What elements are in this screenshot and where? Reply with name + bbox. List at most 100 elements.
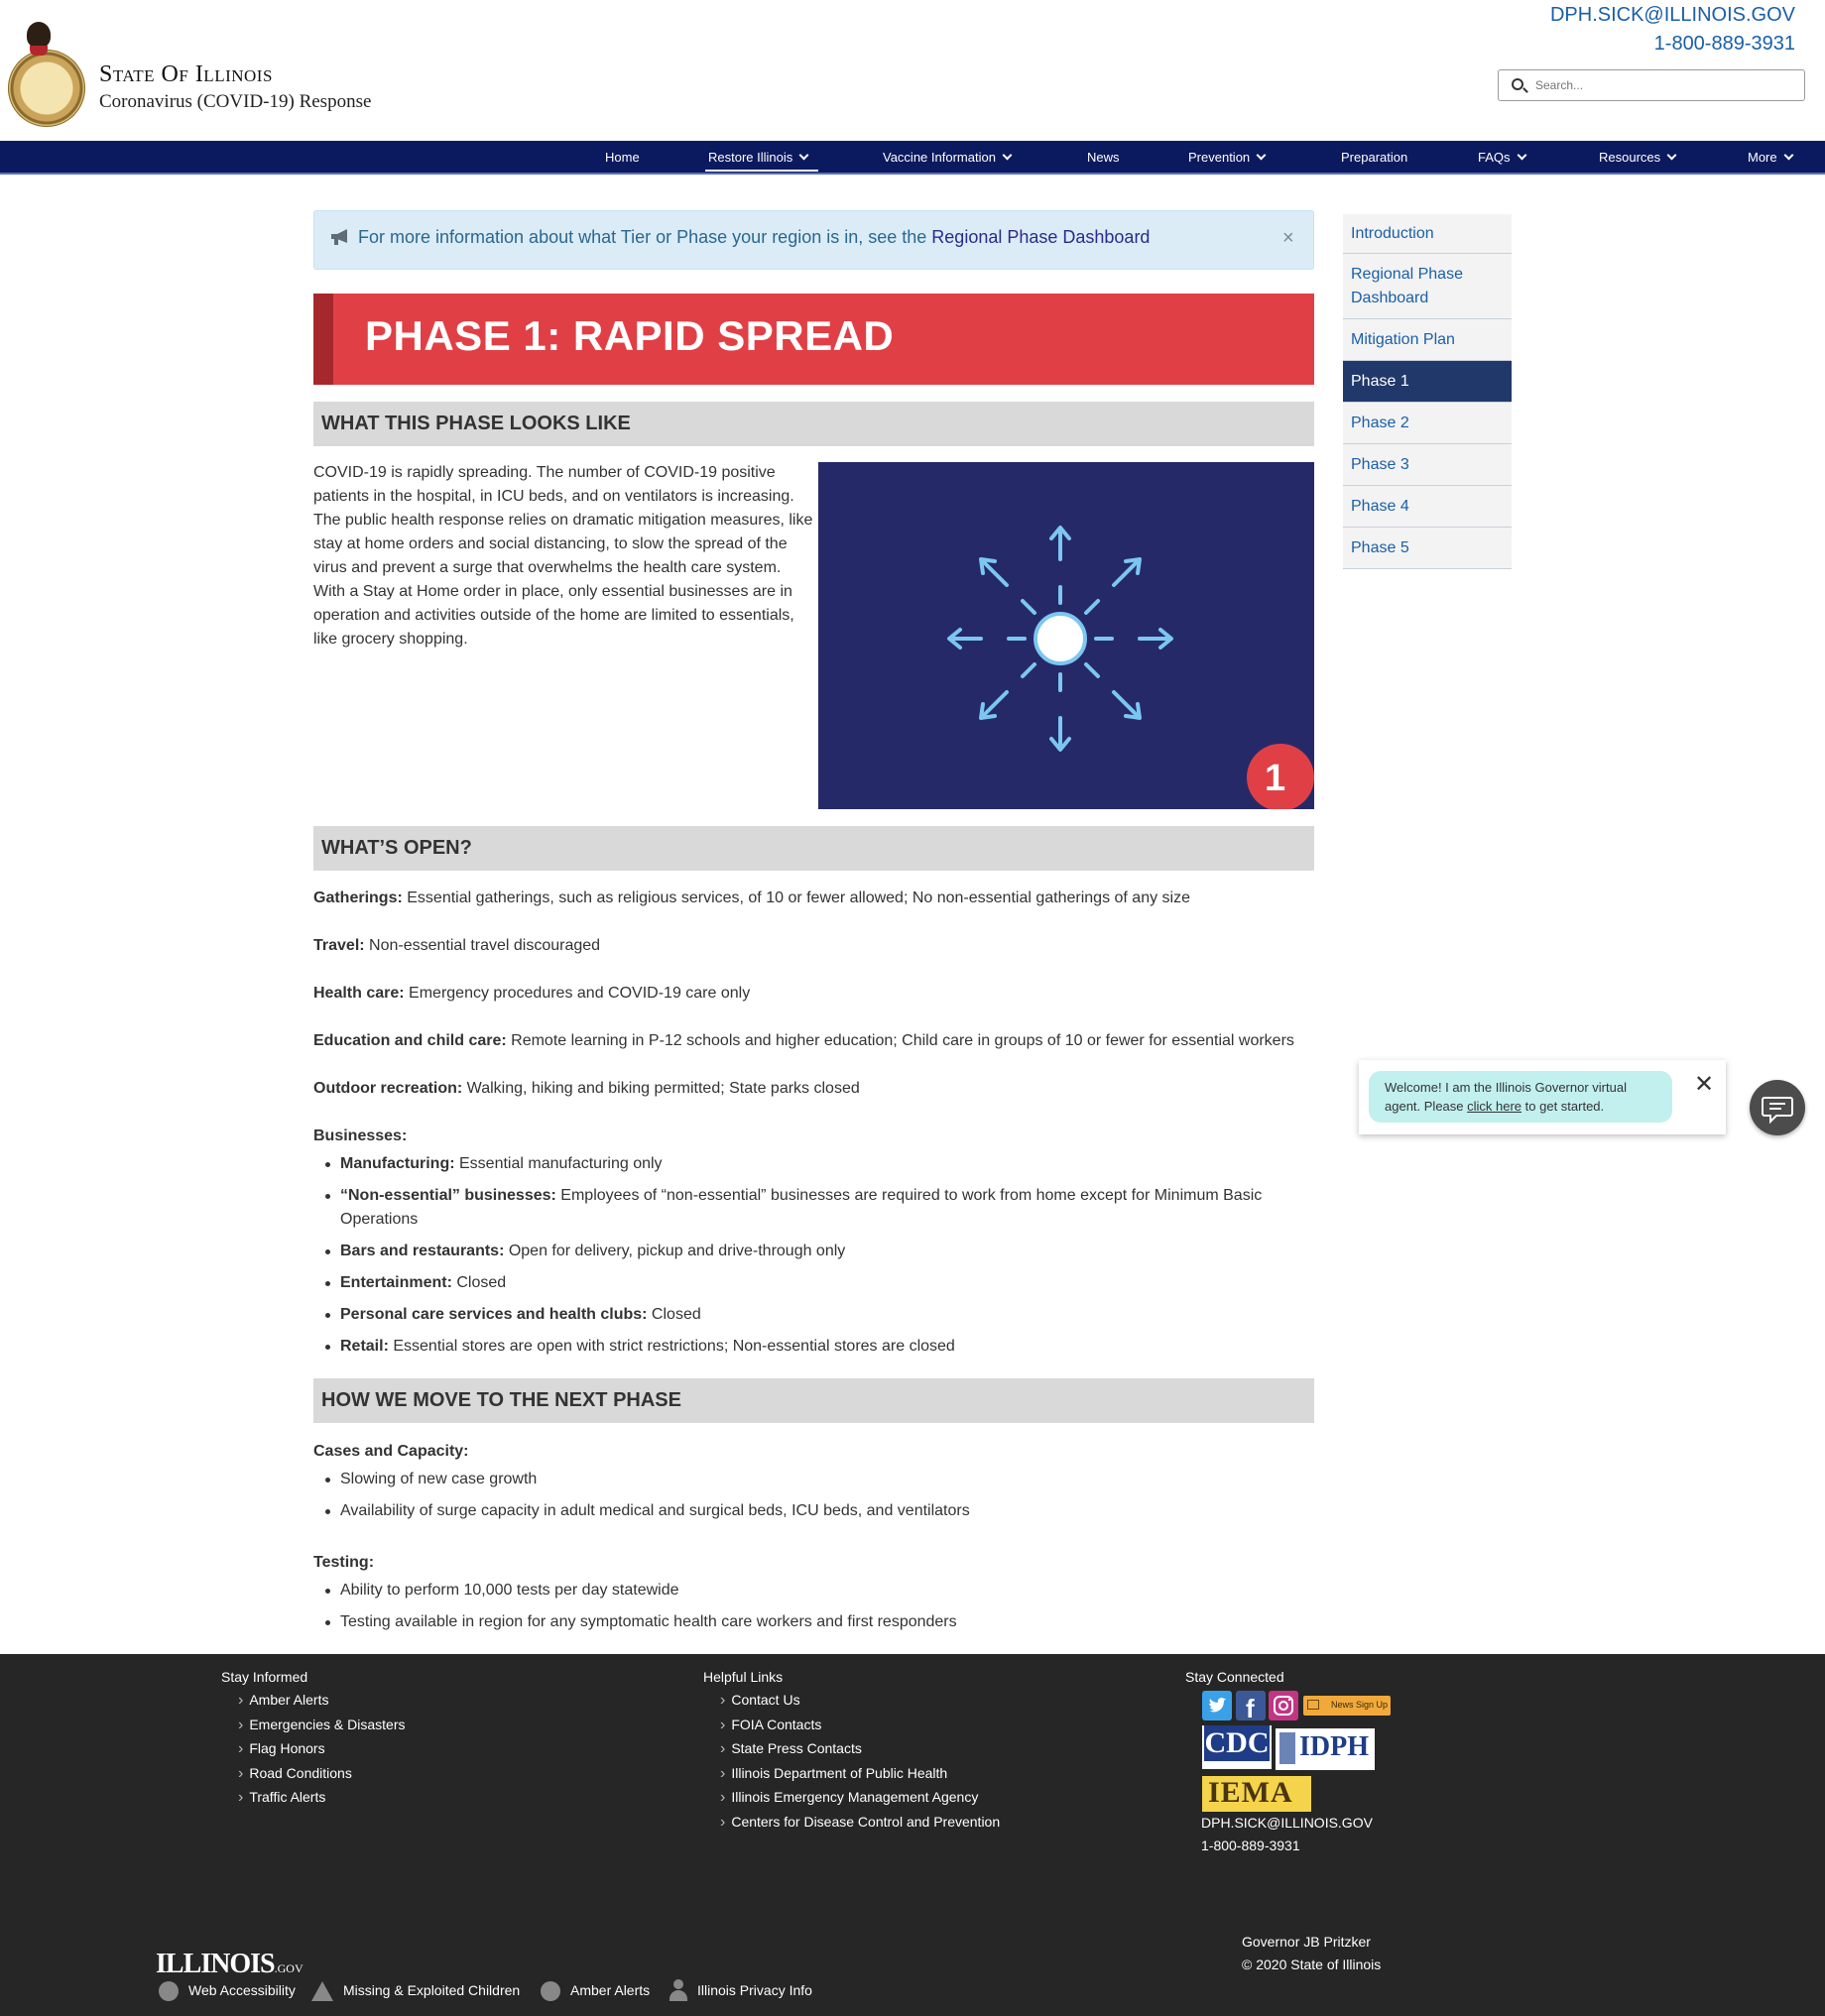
twitter-icon[interactable] (1202, 1691, 1232, 1720)
chat-click-here-link[interactable]: click here (1467, 1099, 1521, 1114)
iema-logo[interactable]: IEMA (1202, 1776, 1311, 1812)
contact-email-link[interactable]: DPH.SICK@ILLINOIS.GOV (1550, 4, 1795, 27)
list-item: “Non-essential” businesses: Employees of… (325, 1184, 1307, 1232)
footer-heading-helpful-links: Helpful Links (703, 1669, 784, 1685)
footer-link-web-accessibility[interactable]: Web Accessibility (188, 1982, 296, 1998)
list-item: Availability of surge capacity in adult … (325, 1499, 1307, 1523)
list-item: Bars and restaurants: Open for delivery,… (325, 1240, 1307, 1263)
nav-item-restore-illinois[interactable]: Restore Illinois (708, 150, 809, 165)
rule-label: Outdoor recreation: (313, 1080, 463, 1097)
sidenav-item-phase-2[interactable]: Phase 2 (1343, 403, 1512, 444)
list-item: Slowing of new case growth (325, 1468, 1307, 1491)
list-item: Entertainment: Closed (325, 1271, 1307, 1295)
list-item: Personal care services and health clubs:… (325, 1303, 1307, 1327)
nav-item-preparation[interactable]: Preparation (1341, 150, 1407, 165)
chat-launcher-button[interactable] (1750, 1080, 1805, 1135)
education-rule: Education and child care: Remote learnin… (313, 1032, 1294, 1050)
footer-link-privacy[interactable]: Illinois Privacy Info (697, 1982, 812, 1998)
footer-link-amber-alerts-utility[interactable]: Amber Alerts (570, 1982, 650, 1998)
sidenav-item-phase-3[interactable]: Phase 3 (1343, 444, 1512, 486)
item-value: Closed (647, 1306, 701, 1323)
nav-item-resources[interactable]: Resources (1599, 150, 1677, 165)
nav-item-home[interactable]: Home (605, 150, 640, 165)
regional-phase-dashboard-link[interactable]: Regional Phase Dashboard (931, 227, 1150, 247)
rapid-spread-illustration: 1 (818, 462, 1314, 809)
phase-banner-stripe (313, 294, 333, 385)
phase-number-badge: 1 (1265, 758, 1286, 799)
megaphone-icon (331, 229, 347, 245)
chat-close-icon[interactable]: ✕ (1694, 1070, 1714, 1099)
state-seal-logo[interactable] (8, 50, 85, 127)
cdc-logo[interactable]: CDC (1202, 1725, 1272, 1769)
chevron-down-icon (1783, 150, 1794, 161)
footer-contact-phone[interactable]: 1-800-889-3931 (1201, 1838, 1300, 1853)
search-input[interactable] (1533, 71, 1801, 99)
person-icon (669, 1979, 688, 2001)
nav-item-vaccine-information[interactable]: Vaccine Information (883, 150, 1013, 165)
footer-link-flag-honors[interactable]: Flag Honors (238, 1740, 324, 1758)
instagram-icon[interactable] (1269, 1691, 1298, 1720)
footer-link-traffic-alerts[interactable]: Traffic Alerts (238, 1789, 325, 1807)
item-value: Open for delivery, pickup and drive-thro… (504, 1243, 846, 1259)
footer-link-missing-children[interactable]: Missing & Exploited Children (343, 1982, 520, 1998)
contact-phone-link[interactable]: 1-800-889-3931 (1654, 33, 1795, 56)
nav-item-faqs[interactable]: FAQs (1478, 150, 1526, 165)
footer-contact-email[interactable]: DPH.SICK@ILLINOIS.GOV (1201, 1815, 1373, 1831)
footer-link-contact-us[interactable]: Contact Us (720, 1692, 799, 1710)
seal-shield-icon (30, 46, 48, 56)
item-label: Manufacturing: (340, 1155, 455, 1172)
envelope-icon (1307, 1700, 1319, 1710)
footer-link-press-contacts[interactable]: State Press Contacts (720, 1740, 862, 1758)
alert-close-icon[interactable]: × (1282, 227, 1294, 250)
news-signup-button[interactable]: News Sign Up (1303, 1696, 1391, 1716)
sidenav-item-regional-phase-dashboard[interactable]: Regional Phase Dashboard (1343, 254, 1512, 319)
sidenav-item-introduction[interactable]: Introduction (1343, 214, 1512, 254)
rule-label: Education and child care: (313, 1032, 507, 1049)
sidenav-item-phase-1[interactable]: Phase 1 (1343, 361, 1512, 403)
nav-item-label: Resources (1599, 150, 1661, 165)
item-value: Essential manufacturing only (454, 1155, 663, 1172)
footer-link-foia[interactable]: FOIA Contacts (720, 1717, 821, 1734)
illinois-gov-logo[interactable]: ILLINOIS.GOV (156, 1949, 304, 1980)
chat-text-end: to get started. (1521, 1099, 1605, 1114)
list-item: Manufacturing: Essential manufacturing o… (325, 1152, 1307, 1176)
nav-item-prevention[interactable]: Prevention (1188, 150, 1267, 165)
footer-link-idph[interactable]: Illinois Department of Public Health (720, 1765, 947, 1783)
news-signup-label: News Sign Up (1331, 1700, 1389, 1710)
footer-link-amber-alerts[interactable]: Amber Alerts (238, 1692, 328, 1710)
site-title[interactable]: State Of Illinois (99, 61, 273, 88)
nav-item-label: Home (605, 150, 640, 165)
sidenav-label: Phase 2 (1351, 414, 1409, 431)
footer-governor: Governor JB Pritzker (1242, 1934, 1371, 1950)
health-care-rule: Health care: Emergency procedures and CO… (313, 985, 750, 1003)
rule-value: Remote learning in P-12 schools and high… (506, 1032, 1294, 1049)
footer-link-cdc[interactable]: Centers for Disease Control and Preventi… (720, 1814, 1000, 1832)
rule-value: Walking, hiking and biking permitted; St… (462, 1080, 860, 1097)
item-text: Availability of surge capacity in adult … (340, 1502, 970, 1519)
sidenav-item-mitigation-plan[interactable]: Mitigation Plan (1343, 319, 1512, 361)
info-icon (541, 1981, 560, 2001)
testing-heading: Testing: (313, 1554, 375, 1571)
footer-link-iema[interactable]: Illinois Emergency Management Agency (720, 1789, 978, 1807)
facebook-icon[interactable]: f (1236, 1691, 1266, 1723)
idph-logo[interactable]: IDPH (1276, 1728, 1375, 1770)
nav-item-more[interactable]: More (1748, 150, 1794, 165)
site-subtitle[interactable]: Coronavirus (COVID-19) Response (99, 91, 371, 113)
item-text: Slowing of new case growth (340, 1471, 538, 1487)
item-label: Retail: (340, 1338, 389, 1355)
nav-item-label: More (1748, 150, 1777, 165)
iema-logo-text: IEMA (1208, 1776, 1293, 1809)
chat-icon (1762, 1097, 1793, 1125)
nav-item-label: News (1087, 150, 1120, 165)
footer-link-road-conditions[interactable]: Road Conditions (238, 1765, 352, 1783)
footer-link-emergencies[interactable]: Emergencies & Disasters (238, 1717, 405, 1734)
sidenav-item-phase-5[interactable]: Phase 5 (1343, 528, 1512, 569)
sidenav-label: Phase 3 (1351, 455, 1409, 473)
sidenav-item-phase-4[interactable]: Phase 4 (1343, 486, 1512, 528)
item-label: Bars and restaurants: (340, 1243, 505, 1259)
intro-paragraph: COVID-19 is rapidly spreading. The numbe… (313, 464, 813, 648)
nav-item-news[interactable]: News (1087, 150, 1120, 165)
logo-suffix-text: .GOV (274, 1961, 304, 1975)
rule-value: Emergency procedures and COVID-19 care o… (404, 985, 751, 1002)
section-title-looks-like: WHAT THIS PHASE LOOKS LIKE (321, 413, 631, 434)
